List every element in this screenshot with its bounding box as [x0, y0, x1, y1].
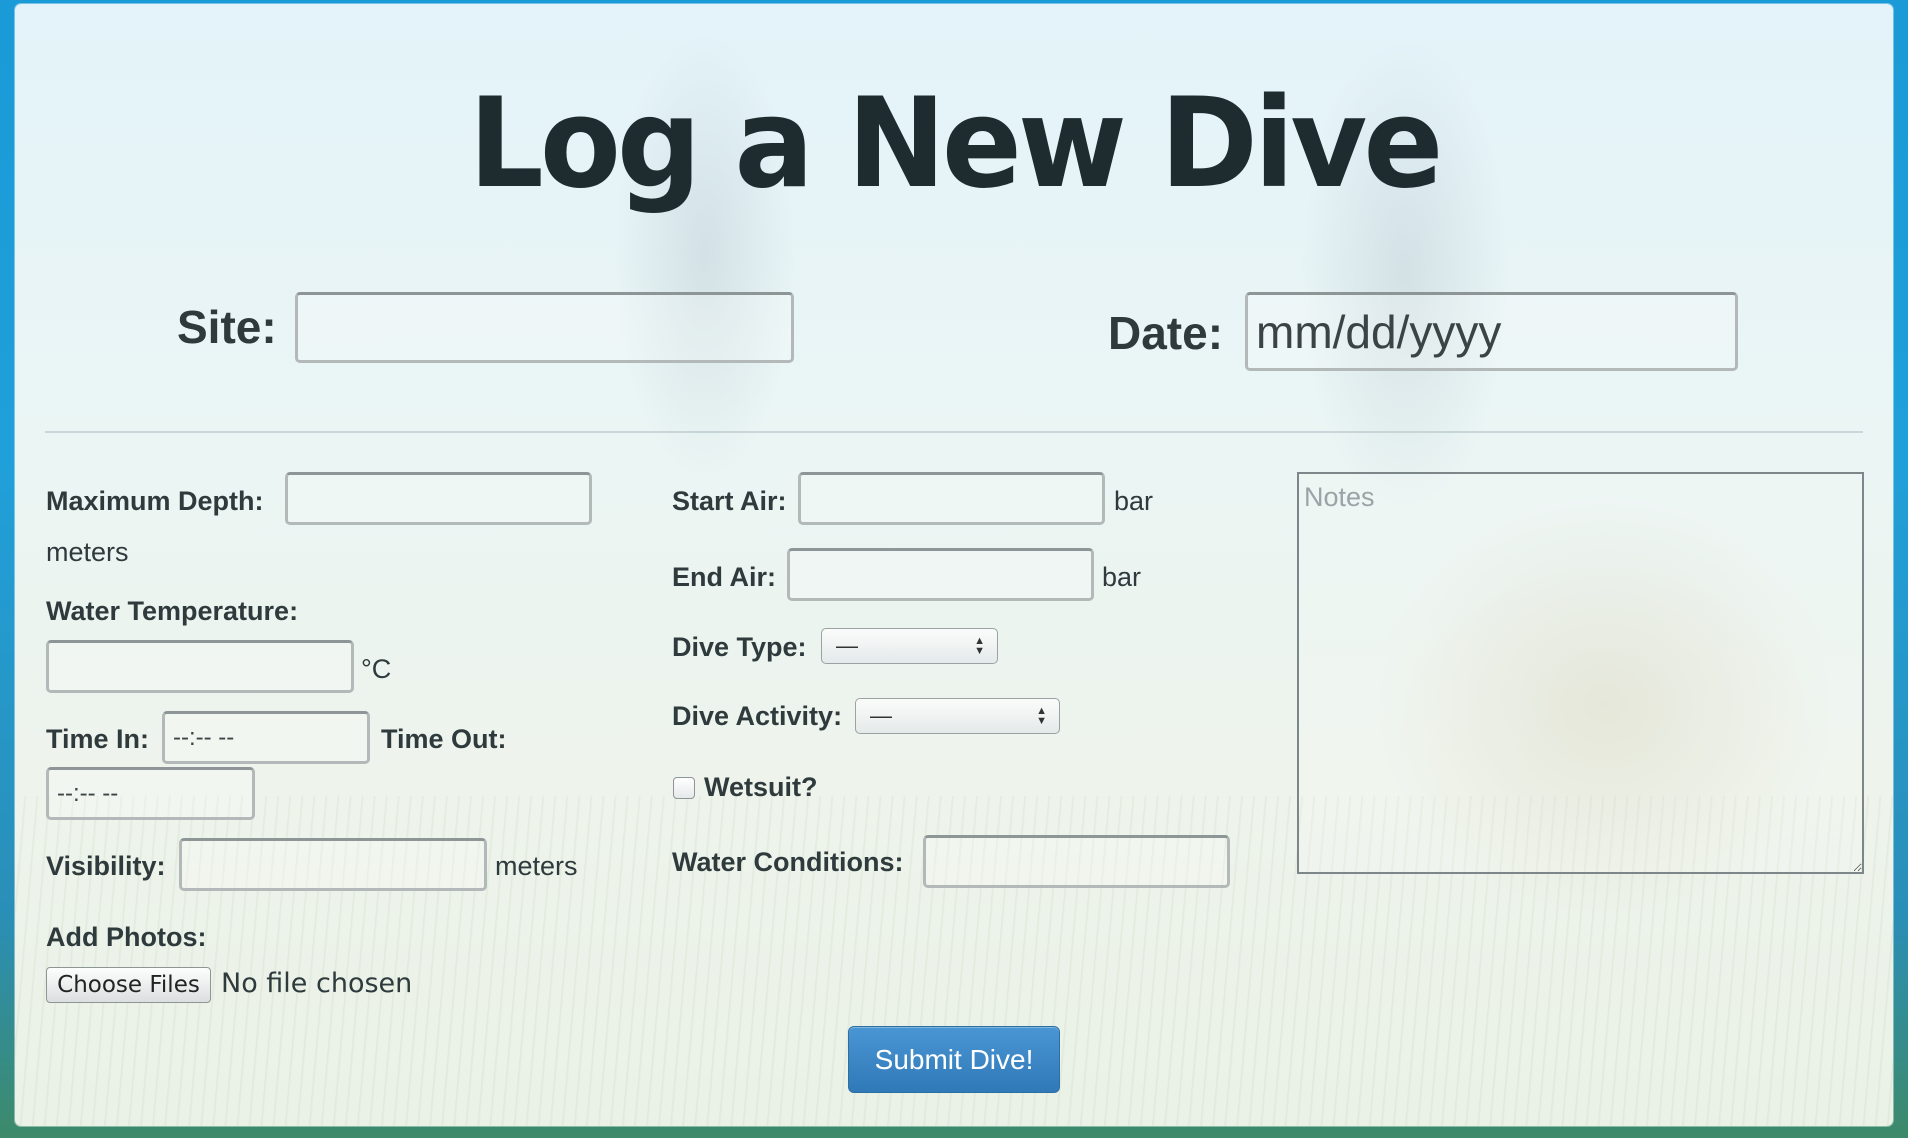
dive-type-select[interactable]: — ▲ ▼ [821, 628, 998, 664]
date-input[interactable]: mm/dd/yyyy [1245, 292, 1738, 371]
dive-type-label: Dive Type: [672, 632, 807, 662]
select-arrows-icon: ▲ ▼ [1036, 705, 1047, 727]
time-in-value: --:-- -- [173, 723, 235, 751]
max-depth-unit: meters [46, 537, 129, 567]
water-temp-unit: °C [361, 654, 392, 684]
end-air-label: End Air: [672, 562, 776, 592]
visibility-label: Visibility: [46, 851, 166, 881]
choose-files-button[interactable]: Choose Files [46, 967, 211, 1003]
add-photos-label: Add Photos: [46, 922, 207, 952]
visibility-input[interactable] [179, 838, 487, 891]
max-depth-input[interactable] [285, 472, 592, 525]
water-conditions-label: Water Conditions: [672, 847, 904, 877]
dive-type-selected: — [836, 633, 858, 658]
end-air-input[interactable] [787, 548, 1094, 601]
form-panel: Log a New Dive Site: Date: mm/dd/yyyy Ma… [15, 4, 1893, 1126]
start-air-unit: bar [1114, 486, 1154, 516]
section-divider [45, 431, 1863, 433]
water-temp-input[interactable] [46, 640, 354, 693]
water-conditions-input[interactable] [923, 835, 1230, 888]
time-out-label: Time Out: [381, 724, 507, 754]
dive-activity-label: Dive Activity: [672, 701, 843, 731]
wetsuit-label: Wetsuit? [704, 772, 818, 802]
start-air-input[interactable] [798, 472, 1105, 525]
visibility-unit: meters [495, 851, 578, 881]
water-temp-label: Water Temperature: [46, 596, 299, 626]
time-out-input[interactable]: --:-- -- [46, 767, 255, 820]
site-label: Site: [177, 301, 277, 353]
dive-activity-selected: — [870, 703, 892, 728]
start-air-label: Start Air: [672, 486, 787, 516]
time-out-value: --:-- -- [57, 779, 119, 807]
notes-textarea[interactable] [1297, 472, 1864, 874]
submit-dive-button[interactable]: Submit Dive! [848, 1026, 1060, 1093]
wetsuit-checkbox[interactable] [673, 777, 695, 799]
no-file-chosen-text: No file chosen [221, 968, 413, 999]
date-label: Date: [1108, 307, 1224, 359]
time-in-label: Time In: [46, 724, 150, 754]
page-title: Log a New Dive [468, 70, 1444, 216]
site-input[interactable] [295, 292, 794, 363]
end-air-unit: bar [1102, 562, 1142, 592]
max-depth-label: Maximum Depth: [46, 486, 264, 516]
date-input-value: mm/dd/yyyy [1256, 305, 1502, 358]
select-arrows-icon: ▲ ▼ [974, 635, 985, 657]
dive-activity-select[interactable]: — ▲ ▼ [855, 698, 1060, 734]
time-in-input[interactable]: --:-- -- [162, 711, 370, 764]
